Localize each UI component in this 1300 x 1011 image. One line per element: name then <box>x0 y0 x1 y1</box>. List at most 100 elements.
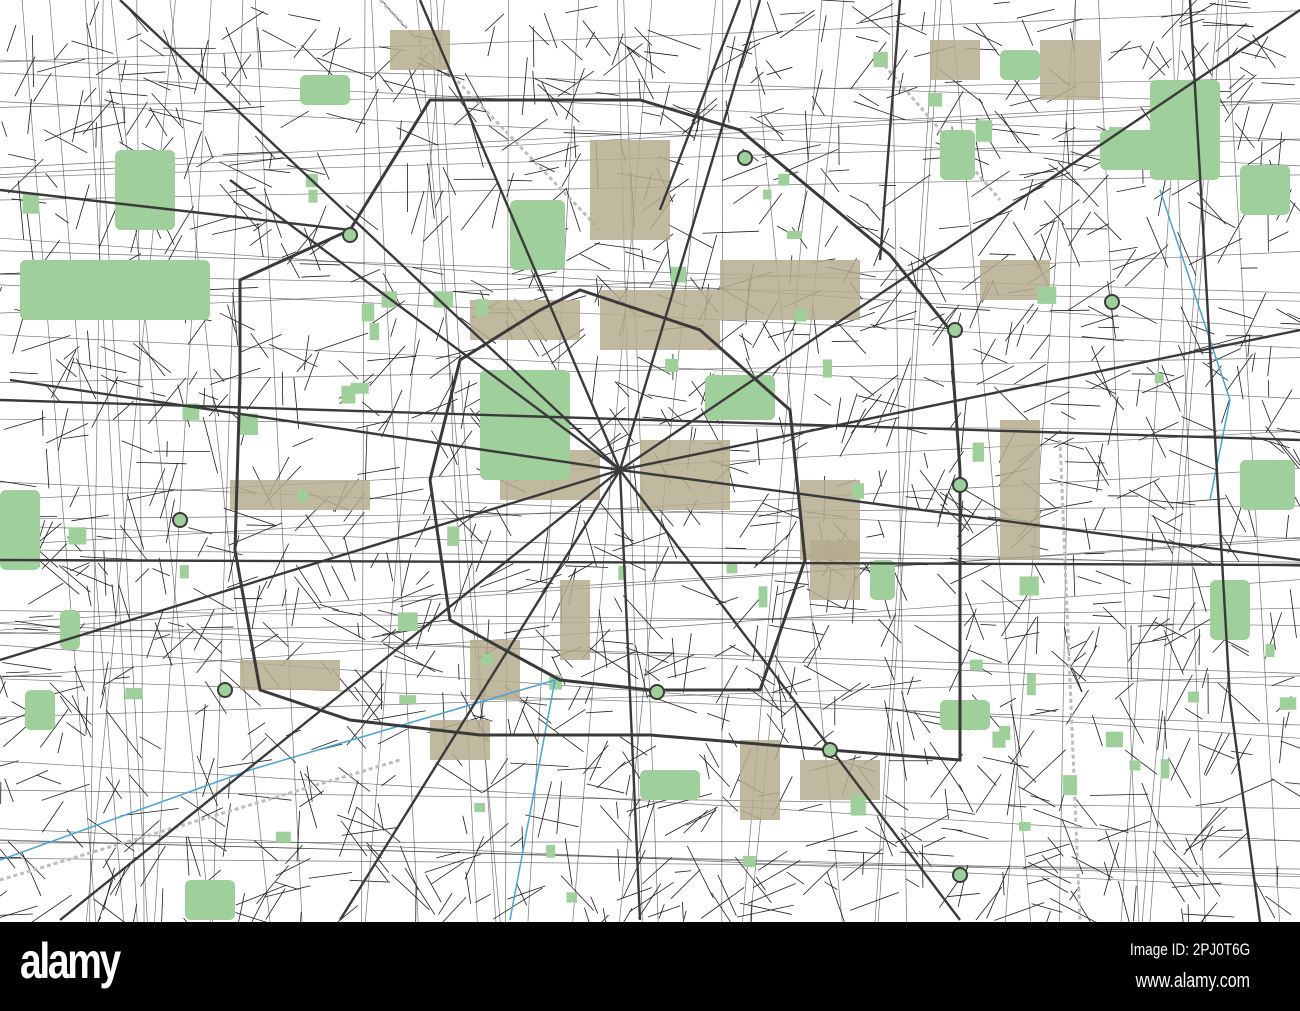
street <box>1072 555 1076 596</box>
street <box>682 633 692 693</box>
street <box>564 838 573 886</box>
street <box>1023 391 1071 413</box>
district-area <box>800 760 880 800</box>
district-area <box>740 740 780 820</box>
street <box>199 703 206 761</box>
street <box>427 163 435 219</box>
street <box>138 342 166 377</box>
street <box>668 406 683 422</box>
street <box>1285 711 1290 728</box>
street <box>0 760 19 767</box>
street <box>947 808 975 815</box>
street <box>430 0 478 922</box>
street <box>958 784 974 813</box>
park <box>1240 165 1290 215</box>
screen: alamy Image ID: 2PJ0T6G www.alamy.com <box>0 0 1300 1011</box>
street <box>701 887 745 919</box>
roundabout <box>822 742 838 758</box>
street <box>408 67 422 114</box>
street <box>1092 601 1122 605</box>
street <box>31 894 72 922</box>
street <box>1203 732 1223 775</box>
street <box>149 468 166 507</box>
street <box>228 779 230 799</box>
street <box>899 246 943 276</box>
street <box>728 732 738 748</box>
roundabout <box>952 477 968 493</box>
street <box>614 381 630 398</box>
street <box>1044 437 1085 450</box>
street <box>45 422 88 444</box>
street <box>154 633 171 641</box>
street <box>72 121 126 134</box>
street <box>866 203 881 221</box>
street <box>484 13 505 32</box>
street <box>598 609 608 668</box>
street <box>589 740 609 781</box>
street <box>238 893 245 922</box>
street <box>487 26 495 57</box>
street <box>1199 865 1221 897</box>
street <box>960 399 967 453</box>
street <box>50 349 77 399</box>
street <box>686 845 714 899</box>
street <box>213 368 225 383</box>
street <box>188 371 198 385</box>
park <box>786 230 803 240</box>
street <box>779 14 815 39</box>
street <box>1152 595 1170 599</box>
street <box>102 847 116 869</box>
street <box>115 379 144 388</box>
park <box>297 489 308 502</box>
street <box>686 810 717 826</box>
street <box>299 263 341 266</box>
street <box>161 888 164 922</box>
park <box>850 794 866 816</box>
roundabout <box>947 322 963 338</box>
street <box>1170 737 1191 781</box>
street <box>1157 820 1177 851</box>
street <box>0 579 1300 678</box>
street <box>448 86 477 123</box>
street <box>0 539 1300 624</box>
street <box>146 609 164 659</box>
street <box>1094 372 1125 411</box>
street <box>1137 624 1174 627</box>
street <box>1058 140 1106 142</box>
park <box>1018 822 1031 831</box>
street <box>1052 126 1076 140</box>
street <box>683 809 709 834</box>
website-url: www.alamy.com <box>1135 970 1250 992</box>
street <box>93 0 148 922</box>
street <box>1183 913 1235 918</box>
district-area <box>810 540 860 600</box>
street <box>762 323 780 352</box>
street <box>442 896 467 922</box>
park <box>726 563 738 574</box>
canal <box>1159 189 1231 401</box>
street <box>1091 714 1103 747</box>
street <box>585 710 613 714</box>
street <box>336 814 378 830</box>
street <box>1006 763 1016 816</box>
street <box>83 87 97 103</box>
street <box>849 195 869 206</box>
street <box>143 77 171 91</box>
street <box>1228 0 1248 4</box>
street <box>331 565 350 600</box>
street <box>462 815 468 835</box>
street <box>702 230 759 234</box>
street <box>223 53 227 77</box>
park <box>447 526 460 546</box>
street <box>367 355 417 362</box>
street <box>828 169 850 172</box>
street <box>641 249 645 270</box>
roundabout <box>172 512 188 528</box>
street <box>54 43 68 60</box>
street <box>870 323 887 330</box>
street <box>0 286 3 292</box>
street <box>57 732 64 754</box>
street <box>391 874 430 911</box>
street <box>824 225 838 247</box>
street <box>267 543 289 589</box>
